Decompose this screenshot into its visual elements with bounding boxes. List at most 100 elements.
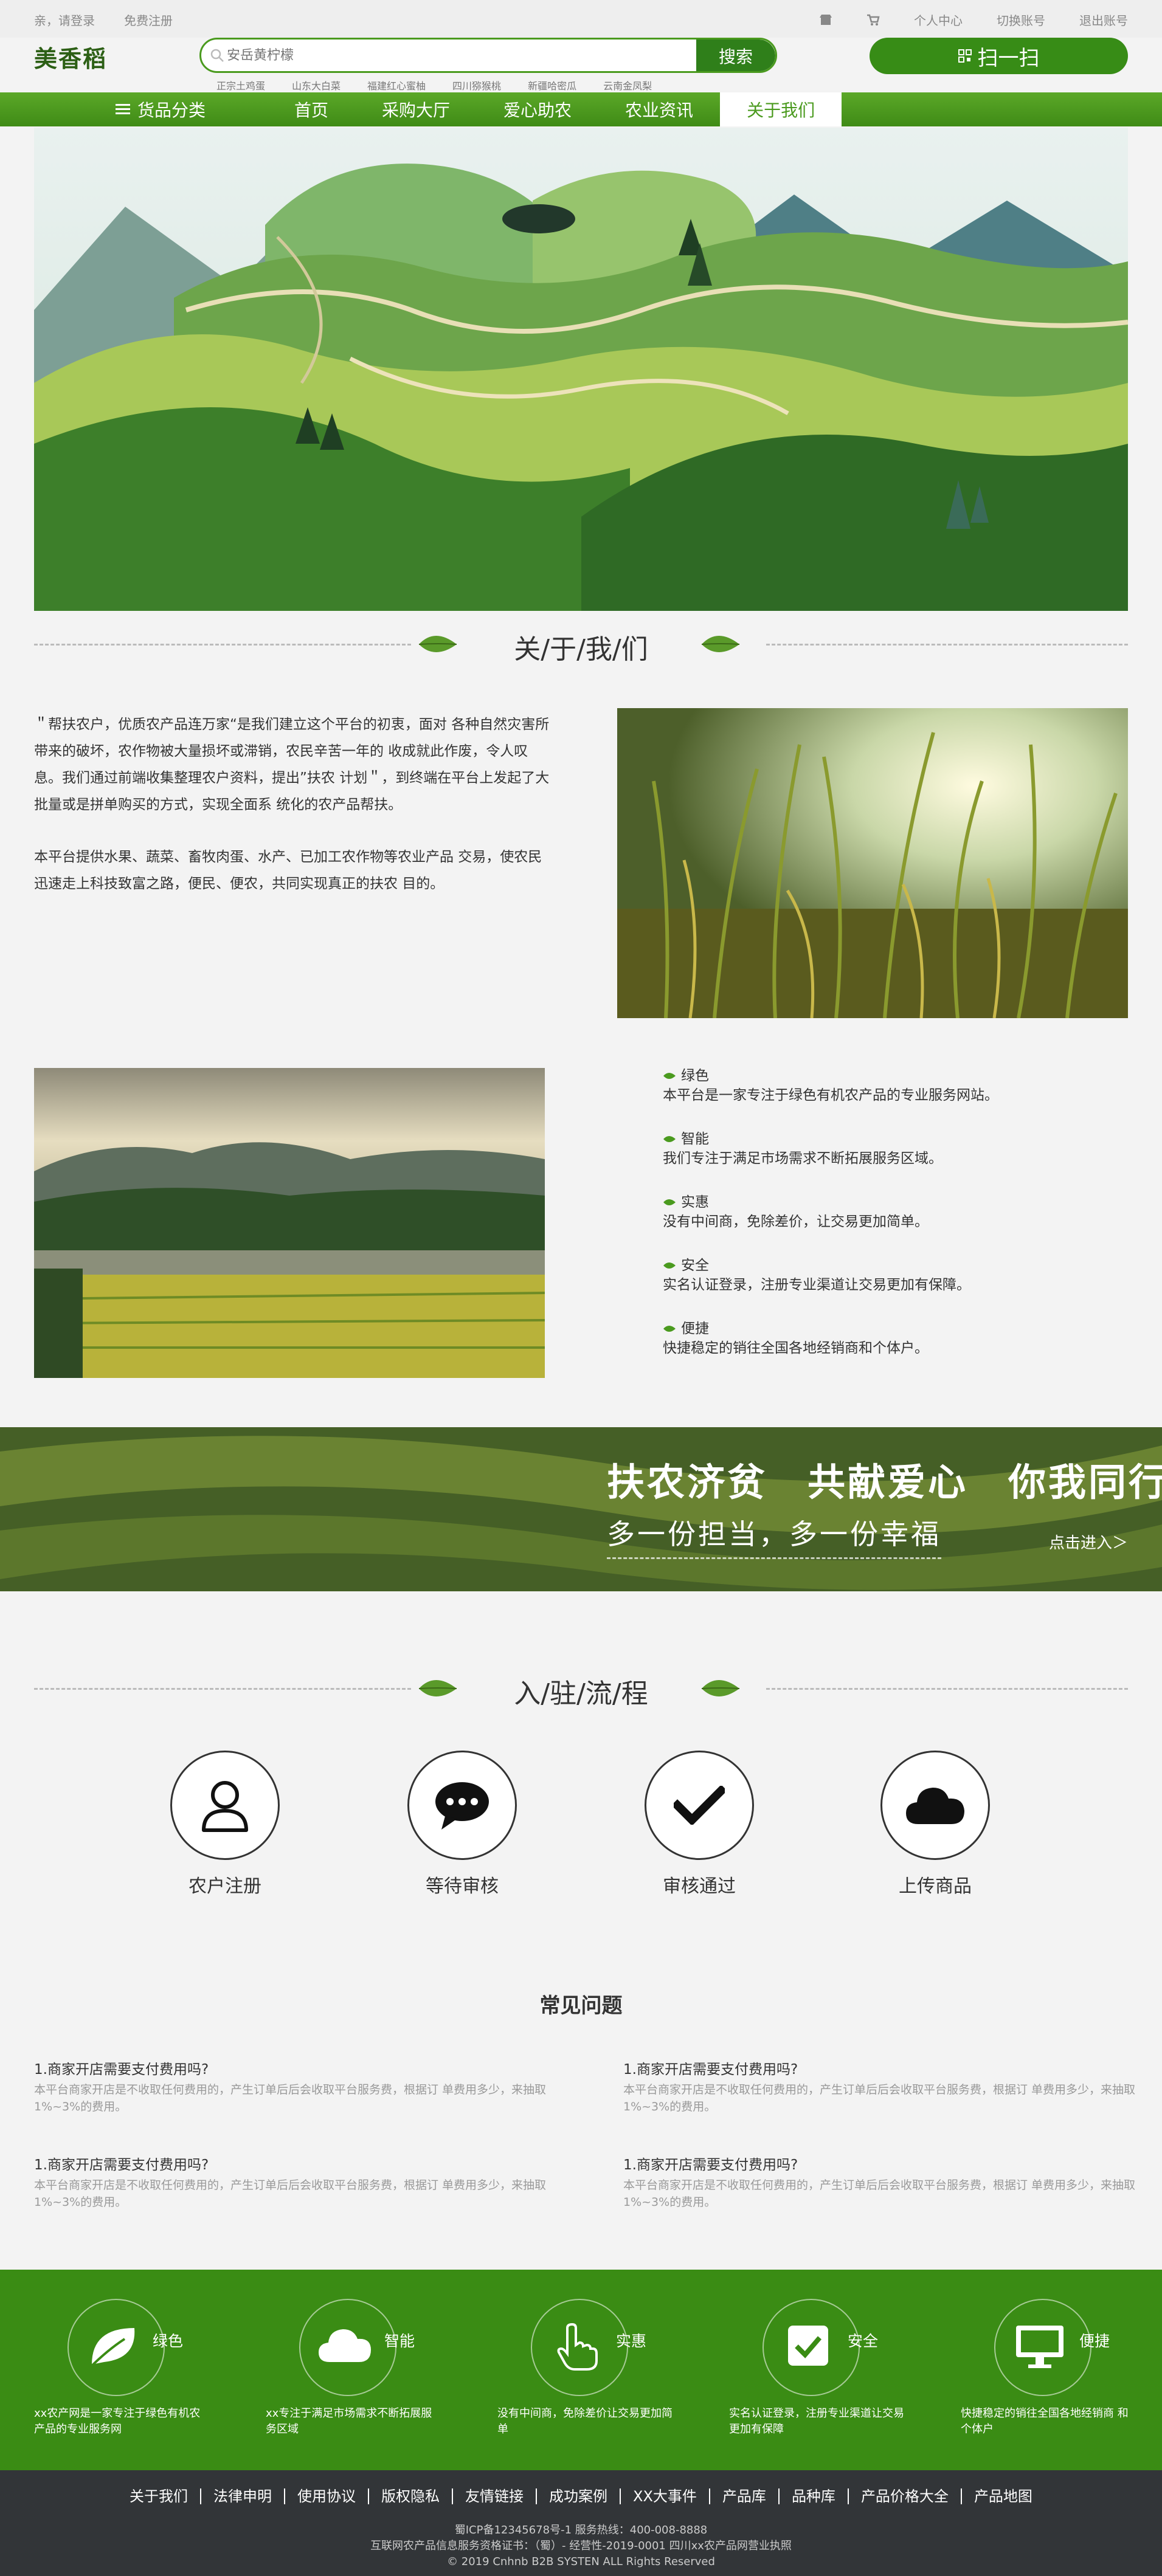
about-paragraph: 本平台提供水果、蔬菜、畜牧肉蛋、水产、已加工农作物等农业产品 交易，使农民迅速走…: [34, 849, 542, 892]
step-label: 审核通过: [663, 1876, 736, 1897]
logout-link[interactable]: 退出账号: [1079, 11, 1128, 29]
faq-answer: 本平台商家开店是不收取任何费用的，产生订单后后会收取平台服务费，根据订 单费用多…: [623, 2083, 1136, 2113]
faq-item[interactable]: 1.商家开店需要支付费用吗? 本平台商家开店是不收取任何费用的，产生订单后后会收…: [623, 2059, 1140, 2115]
village-landscape-photo: [34, 1068, 545, 1378]
feature-title: 智能: [681, 1131, 709, 1147]
scan-label: 扫一扫: [977, 46, 1040, 71]
scan-button[interactable]: 扫一扫: [870, 38, 1128, 74]
feature-desc: 本平台是一家专注于绿色有机农产品的专业服务网站。: [663, 1087, 998, 1103]
cart-icon[interactable]: [866, 14, 880, 26]
process-step[interactable]: 上传商品: [856, 1751, 1014, 1898]
feature-desc: 没有中间商，免除差价，让交易更加简单。: [663, 1214, 929, 1230]
footer-link[interactable]: 版权隐私: [369, 2488, 454, 2504]
feature-title: 实惠: [681, 1194, 709, 1210]
footer-copyright: 蜀ICP备12345678号-1 服务热线：400-008-8888 互联网农产…: [0, 2523, 1162, 2570]
feature-item: 安全 实名认证登录，注册专业渠道让交易更加有保障。: [663, 1256, 1088, 1295]
faq-item[interactable]: 1.商家开店需要支付费用吗? 本平台商家开店是不收取任何费用的，产生订单后后会收…: [623, 2155, 1140, 2211]
footer-link[interactable]: 产品库: [710, 2488, 780, 2504]
feature-desc: 我们专注于满足市场需求不断拓展服务区域。: [663, 1151, 942, 1166]
faq-title: 常见问题: [539, 1994, 623, 2018]
promo-enter-link[interactable]: 点击进入＞: [1049, 1531, 1128, 1553]
highlight-desc: 实名认证登录，注册专业渠道让交易更加有保障: [729, 2407, 904, 2436]
leaf-icon: [88, 2328, 135, 2369]
search-button[interactable]: 搜索: [696, 40, 775, 71]
faq-question: 1.商家开店需要支付费用吗?: [34, 2157, 209, 2173]
feature-item: 智能 我们专注于满足市场需求不断拓展服务区域。: [663, 1130, 1088, 1169]
leaf-bullet-icon: [663, 1073, 676, 1079]
footer-link[interactable]: XX大事件: [621, 2488, 710, 2504]
feature-title: 绿色: [681, 1068, 709, 1084]
feature-title: 便捷: [681, 1321, 709, 1337]
checkmark-icon: [674, 1786, 725, 1825]
about-paragraph: ＂帮扶农户，优质农产品连万家“是我们建立这个平台的初衷，面对 各种自然灾害所带来…: [34, 717, 550, 813]
rice-field-photo: [617, 708, 1128, 1018]
footer-link[interactable]: 产品价格大全: [849, 2488, 962, 2504]
register-link[interactable]: 免费注册: [124, 11, 173, 29]
category-menu[interactable]: 货品分类: [116, 97, 206, 122]
nav-item-home[interactable]: 首页: [268, 92, 355, 126]
highlight-label: 绿色: [153, 2332, 184, 2350]
footer-link[interactable]: 产品地图: [962, 2488, 1045, 2504]
leaf-bullet-icon: [663, 1199, 676, 1205]
leaf-icon: [701, 636, 740, 652]
faq-item[interactable]: 1.商家开店需要支付费用吗? 本平台商家开店是不收取任何费用的，产生订单后后会收…: [34, 2059, 551, 2115]
footer-links: 关于我们 法律申明 使用协议 版权隐私 友情链接 成功案例 XX大事件 产品库 …: [0, 2488, 1162, 2504]
process-step[interactable]: 农户注册: [146, 1751, 304, 1898]
faq-answer: 本平台商家开店是不收取任何费用的，产生订单后后会收取平台服务费，根据订 单费用多…: [34, 2178, 547, 2209]
hotword-item[interactable]: 福建红心蜜柚: [367, 78, 426, 92]
switch-account-link[interactable]: 切换账号: [997, 11, 1045, 29]
hot-search-words: 正宗土鸡蛋 山东大白菜 福建红心蜜柚 四川猕猴桃 新疆哈密瓜 云南金凤梨: [216, 78, 652, 92]
personal-center-link[interactable]: 个人中心: [914, 11, 963, 29]
process-step[interactable]: 等待审核: [383, 1751, 541, 1898]
hotword-item[interactable]: 正宗土鸡蛋: [216, 78, 265, 92]
step-label: 等待审核: [426, 1876, 499, 1897]
hand-pointer-icon: [557, 2323, 598, 2371]
about-description: ＂帮扶农户，优质农产品连万家“是我们建立这个平台的初衷，面对 各种自然灾害所带来…: [34, 711, 551, 923]
top-bar: 亲，请登录 免费注册 个人中心 切换账号 退出账号: [0, 0, 1162, 38]
promo-headline: 扶农济贫 共献爱心 你我同行: [607, 1460, 1162, 1504]
hotword-item[interactable]: 四川猕猴桃: [452, 78, 501, 92]
footer: 关于我们 法律申明 使用协议 版权隐私 友情链接 成功案例 XX大事件 产品库 …: [0, 2470, 1162, 2576]
nav-item-news[interactable]: 农业资讯: [598, 92, 720, 126]
leaf-icon: [701, 1680, 740, 1696]
footer-link[interactable]: 关于我们: [117, 2488, 202, 2504]
promo-subtitle: 多一份担当，多一份幸福: [607, 1512, 941, 1559]
process-title: 入/驻/流/程: [514, 1678, 648, 1709]
store-icon[interactable]: [819, 14, 832, 26]
footer-link[interactable]: 品种库: [780, 2488, 849, 2504]
faq-question: 1.商家开店需要支付费用吗?: [623, 2062, 798, 2078]
footer-copyright-line: © 2019 Cnhnb B2B SYSTEN ALL Rights Reser…: [447, 2555, 715, 2568]
about-title: 关/于/我/们: [514, 634, 648, 665]
footer-link[interactable]: 友情链接: [453, 2488, 538, 2504]
hotword-item[interactable]: 新疆哈密瓜: [528, 78, 576, 92]
search-input[interactable]: [227, 44, 701, 66]
faq-item[interactable]: 1.商家开店需要支付费用吗? 本平台商家开店是不收取任何费用的，产生订单后后会收…: [34, 2155, 551, 2211]
footer-icp: 蜀ICP备12345678号-1 服务热线：400-008-8888: [454, 2524, 708, 2536]
header: 美香稻 搜索 正宗土鸡蛋 山东大白菜 福建红心蜜柚 四川猕猴桃 新疆哈密瓜 云南…: [0, 38, 1162, 92]
nav-item-about[interactable]: 关于我们: [720, 92, 842, 126]
promo-banner[interactable]: 扶农济贫 共献爱心 你我同行 多一份担当，多一份幸福 点击进入＞: [0, 1427, 1162, 1591]
site-logo[interactable]: 美香稻: [34, 40, 107, 74]
search-icon: [210, 49, 224, 62]
faq-answer: 本平台商家开店是不收取任何费用的，产生订单后后会收取平台服务费，根据订 单费用多…: [34, 2083, 547, 2113]
feature-list: 绿色 本平台是一家专注于绿色有机农产品的专业服务网站。 智能 我们专注于满足市场…: [663, 1067, 1088, 1383]
feature-title: 安全: [681, 1258, 709, 1273]
login-link[interactable]: 亲，请登录: [34, 11, 95, 29]
main-nav: 货品分类 首页 采购大厅 爱心助农 农业资讯 关于我们: [0, 92, 1162, 126]
step-label: 上传商品: [899, 1876, 972, 1897]
process-section-title: 入/驻/流/程: [0, 1670, 1162, 1709]
hotword-item[interactable]: 山东大白菜: [292, 78, 341, 92]
nav-item-purchase[interactable]: 采购大厅: [355, 92, 477, 126]
process-step[interactable]: 审核通过: [620, 1751, 778, 1898]
nav-item-help-farmers[interactable]: 爱心助农: [477, 92, 598, 126]
feature-item: 便捷 快捷稳定的销往全国各地经销商和个体户。: [663, 1320, 1088, 1359]
leaf-bullet-icon: [663, 1326, 676, 1332]
faq-answer: 本平台商家开店是不收取任何费用的，产生订单后后会收取平台服务费，根据订 单费用多…: [623, 2178, 1136, 2209]
feature-desc: 实名认证登录，注册专业渠道让交易更加有保障。: [663, 1277, 970, 1293]
footer-link[interactable]: 成功案例: [537, 2488, 621, 2504]
step-label: 农户注册: [188, 1876, 261, 1897]
feature-item: 绿色 本平台是一家专注于绿色有机农产品的专业服务网站。: [663, 1067, 1088, 1106]
hotword-item[interactable]: 云南金凤梨: [603, 78, 652, 92]
footer-link[interactable]: 使用协议: [285, 2488, 370, 2504]
footer-link[interactable]: 法律申明: [201, 2488, 286, 2504]
